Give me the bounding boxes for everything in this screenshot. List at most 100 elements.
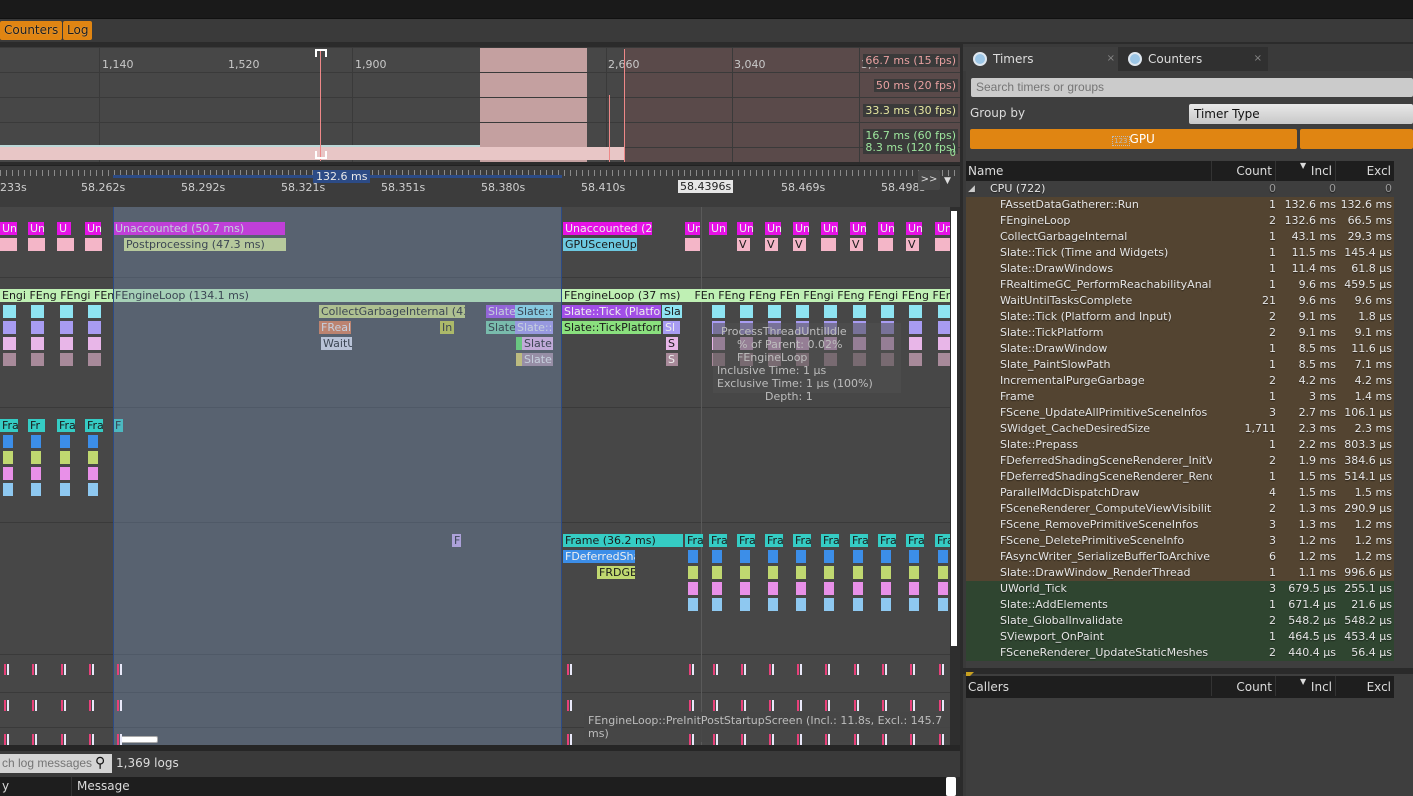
timing-event[interactable] <box>88 305 101 318</box>
deferred-shading-event[interactable]: FDeferredSha <box>563 550 635 563</box>
timing-event[interactable]: V <box>850 238 863 251</box>
timing-event[interactable] <box>881 566 891 579</box>
timing-event[interactable] <box>740 566 750 579</box>
timing-event[interactable] <box>909 337 922 350</box>
timing-event[interactable] <box>938 598 948 611</box>
frame-event[interactable]: Fra <box>906 534 924 547</box>
timing-event[interactable] <box>3 305 16 318</box>
timing-event[interactable] <box>796 598 806 611</box>
column-excl[interactable]: Excl <box>1336 161 1394 181</box>
timing-event[interactable]: V <box>906 238 919 251</box>
timing-event[interactable] <box>881 582 891 595</box>
frame-event[interactable]: Fra <box>57 419 75 432</box>
timer-row[interactable]: FAssetDataGatherer::Run 1 132.6 ms 132.6 ms <box>966 197 1394 213</box>
timer-row[interactable]: Slate_PaintSlowPath 1 8.5 ms 7.1 ms <box>966 357 1394 373</box>
timing-event[interactable] <box>853 598 863 611</box>
timer-row[interactable]: Slate::AddElements 1 671.4 µs 21.6 µs <box>966 597 1394 613</box>
timing-event[interactable] <box>938 566 948 579</box>
timing-event[interactable]: S <box>666 337 678 350</box>
timing-event[interactable] <box>821 238 836 251</box>
counters-toggle-button[interactable]: Counters <box>0 21 63 40</box>
timer-row[interactable]: CollectGarbageInternal 1 43.1 ms 29.3 ms <box>966 229 1394 245</box>
close-icon[interactable]: × <box>1254 47 1262 71</box>
timing-event[interactable] <box>60 467 70 480</box>
timing-event[interactable] <box>712 566 722 579</box>
timer-row[interactable]: Slate::Tick (Platform and Input) 2 9.1 ms 1… <box>966 309 1394 325</box>
timing-event[interactable]: Un <box>28 222 44 235</box>
timing-event[interactable] <box>31 337 44 350</box>
scrollbar-thumb[interactable] <box>951 211 957 646</box>
column-callers[interactable]: Callers <box>966 676 1212 696</box>
timing-event[interactable] <box>909 550 919 563</box>
column-incl[interactable]: ▼ Incl <box>1276 676 1336 696</box>
timing-event[interactable] <box>796 566 806 579</box>
timer-row[interactable]: Slate::DrawWindows 1 11.4 ms 61.8 µs <box>966 261 1394 277</box>
selection-region[interactable] <box>113 207 562 745</box>
frame-event[interactable]: Fra <box>793 534 811 547</box>
timing-event[interactable] <box>31 451 41 464</box>
timing-event[interactable] <box>935 238 950 251</box>
timing-event[interactable] <box>688 550 698 563</box>
timing-event[interactable] <box>768 305 781 318</box>
timing-event[interactable] <box>31 435 41 448</box>
timing-event[interactable] <box>712 598 722 611</box>
timing-event[interactable] <box>0 238 17 251</box>
frame-event[interactable]: Frame (36.2 ms) <box>563 534 683 547</box>
timing-event[interactable] <box>60 305 73 318</box>
timing-event[interactable] <box>768 566 778 579</box>
timing-event[interactable]: V <box>765 238 778 251</box>
timing-event[interactable] <box>740 598 750 611</box>
timing-event[interactable] <box>853 550 863 563</box>
frames-graph[interactable]: 1,140 1,520 1,900 2,660 3,040 3,4 66.7 m… <box>0 47 960 162</box>
timing-event[interactable] <box>712 305 725 318</box>
timing-event[interactable] <box>909 321 922 334</box>
timer-row[interactable]: IncrementalPurgeGarbage 2 4.2 ms 4.2 ms <box>966 373 1394 389</box>
dropdown-arrow-icon[interactable]: ▼ <box>944 176 951 186</box>
timer-row[interactable]: UWorld_Tick 3 679.5 µs 255.1 µs <box>966 581 1394 597</box>
collapse-triangle-icon[interactable]: ◢ <box>968 181 975 197</box>
timer-row[interactable]: SViewport_OnPaint 1 464.5 µs 453.4 µs <box>966 629 1394 645</box>
timing-event[interactable] <box>740 305 753 318</box>
group-by-select[interactable]: Timer Type <box>1189 104 1413 124</box>
timing-event[interactable] <box>824 598 834 611</box>
frame-event[interactable]: Fra <box>878 534 896 547</box>
timing-event[interactable] <box>60 483 70 496</box>
timer-row[interactable]: WaitUntilTasksComplete 21 9.6 ms 9.6 ms <box>966 293 1394 309</box>
horizontal-scroll-thumb[interactable] <box>120 736 158 743</box>
frame-event[interactable]: Fra <box>0 419 18 432</box>
timing-event[interactable]: Un <box>821 222 838 235</box>
timing-event[interactable] <box>853 566 863 579</box>
timing-event[interactable] <box>853 305 866 318</box>
timing-event[interactable] <box>3 467 13 480</box>
timing-event[interactable] <box>3 321 16 334</box>
timing-event[interactable] <box>712 582 722 595</box>
timer-row[interactable]: Slate_GlobalInvalidate 2 548.2 µs 548.2 µs <box>966 613 1394 629</box>
timing-event[interactable] <box>881 598 891 611</box>
timing-event[interactable] <box>740 550 750 563</box>
timer-row[interactable]: Slate::DrawWindow_RenderThread 1 1.1 ms 996… <box>966 565 1394 581</box>
log-column-header[interactable]: y <box>0 777 72 796</box>
timing-event[interactable] <box>938 337 950 350</box>
frame-event[interactable]: Fra <box>85 419 103 432</box>
gpu-toggle-button[interactable]: 123 GPU <box>970 129 1297 149</box>
group-row[interactable]: ◢ CPU (722) 0 0 0 <box>966 181 1394 197</box>
timing-event[interactable] <box>909 598 919 611</box>
search-icon[interactable]: ⚲ <box>95 755 105 771</box>
timing-event[interactable] <box>853 582 863 595</box>
engineloop-event-row[interactable]: Engi FEng FEngi FEng <box>0 289 113 302</box>
column-name[interactable]: Name <box>966 161 1212 181</box>
timing-event[interactable] <box>3 483 13 496</box>
timer-row[interactable]: FScene_RemovePrimitiveSceneInfos 3 1.3 ms 1… <box>966 517 1394 533</box>
frame-marker-handle[interactable] <box>315 151 327 159</box>
timing-event[interactable]: Un <box>850 222 866 235</box>
timing-event[interactable] <box>688 566 698 579</box>
timing-event[interactable] <box>88 483 98 496</box>
timer-row[interactable]: FDeferredShadingSceneRenderer_Render 1 1.5… <box>966 469 1394 485</box>
timing-event[interactable] <box>796 550 806 563</box>
timer-row[interactable]: FScene_DeletePrimitiveSceneInfo 3 1.2 ms 1.… <box>966 533 1394 549</box>
timing-event[interactable] <box>60 353 73 366</box>
timer-row[interactable]: FSceneRenderer_ComputeViewVisibility 2 1.3… <box>966 501 1394 517</box>
timing-event[interactable]: Un <box>878 222 894 235</box>
timing-event[interactable]: S <box>666 353 678 366</box>
frame-event[interactable]: Fra <box>765 534 783 547</box>
